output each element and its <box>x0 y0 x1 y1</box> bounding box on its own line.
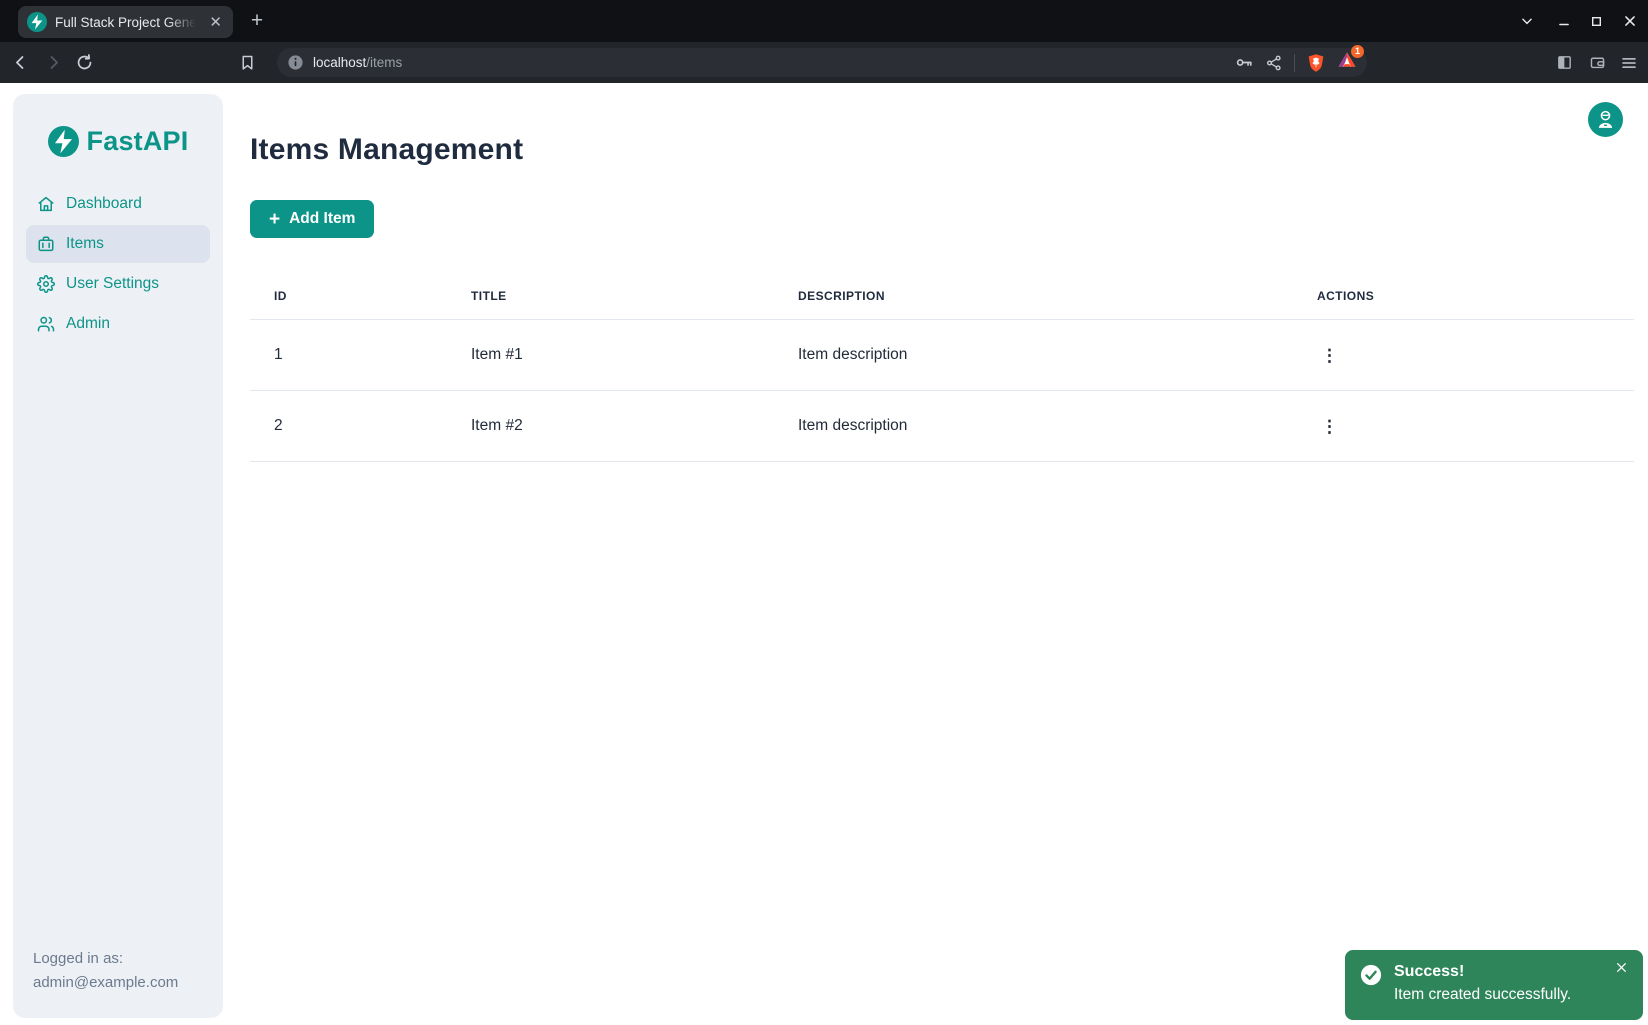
table-row: 1 Item #1 Item description ⋮ <box>250 320 1634 391</box>
close-window-button[interactable] <box>1613 0 1646 42</box>
side-panel-icon[interactable] <box>1556 42 1573 83</box>
cell-title: Item #2 <box>447 391 774 462</box>
toast-message: Item created successfully. <box>1394 986 1571 1004</box>
url-bar[interactable]: localhost/items <box>277 48 1367 77</box>
brand: FastAPI <box>13 126 223 157</box>
browser-menu-chevron-icon[interactable] <box>1510 0 1543 42</box>
toolbar-divider <box>1294 54 1295 72</box>
window-controls <box>1510 0 1648 42</box>
brave-rewards-button[interactable]: 1 <box>1337 50 1357 75</box>
url-path: /items <box>366 55 402 70</box>
fastapi-logo-icon <box>48 126 79 157</box>
back-button[interactable] <box>11 42 30 83</box>
user-avatar-icon <box>1595 109 1616 130</box>
sidebar-item-admin[interactable]: Admin <box>26 305 210 343</box>
url-host: localhost <box>313 55 366 70</box>
column-header-actions: ACTIONS <box>1293 272 1634 320</box>
cell-description: Item description <box>774 391 1293 462</box>
maximize-button[interactable] <box>1580 0 1613 42</box>
user-menu-button[interactable] <box>1588 102 1623 137</box>
table-row: 2 Item #2 Item description ⋮ <box>250 391 1634 462</box>
success-toast: Success! Item created successfully. <box>1345 950 1643 1020</box>
logged-in-label: Logged in as: <box>33 947 203 971</box>
sidebar: FastAPI Dashboard Items <box>13 94 223 1018</box>
users-icon <box>37 315 55 333</box>
brave-shield-icon[interactable] <box>1306 53 1326 73</box>
sidebar-item-label: Dashboard <box>66 195 142 213</box>
home-icon <box>37 195 55 213</box>
items-table: ID TITLE DESCRIPTION ACTIONS 1 Item #1 I… <box>250 272 1634 462</box>
browser-window: Full Stack Project Genera ✕ + <box>0 0 1648 1025</box>
gear-icon <box>37 275 55 293</box>
browser-tab[interactable]: Full Stack Project Genera ✕ <box>18 6 233 38</box>
check-circle-icon <box>1360 964 1382 986</box>
bookmark-icon[interactable] <box>239 42 256 83</box>
cell-id: 1 <box>250 320 447 391</box>
tab-close-icon[interactable]: ✕ <box>207 15 224 30</box>
column-header-id: ID <box>250 272 447 320</box>
reload-button[interactable] <box>75 42 94 83</box>
tab-strip: Full Stack Project Genera ✕ + <box>0 0 1648 42</box>
share-icon[interactable] <box>1265 54 1283 72</box>
briefcase-icon <box>37 235 55 253</box>
row-actions-menu-icon[interactable]: ⋮ <box>1317 416 1342 437</box>
add-item-label: Add Item <box>289 210 355 228</box>
toast-title: Success! <box>1394 963 1571 981</box>
row-actions-menu-icon[interactable]: ⋮ <box>1317 345 1342 366</box>
rewards-badge: 1 <box>1351 45 1364 58</box>
cell-description: Item description <box>774 320 1293 391</box>
password-key-icon[interactable] <box>1235 53 1254 72</box>
site-info-icon[interactable] <box>287 54 304 71</box>
add-item-button[interactable]: + Add Item <box>250 200 374 238</box>
new-tab-button[interactable]: + <box>243 8 271 34</box>
fastapi-favicon-icon <box>27 12 47 32</box>
wallet-icon[interactable] <box>1589 42 1606 83</box>
browser-toolbar: localhost/items <box>0 42 1648 83</box>
close-icon <box>1615 961 1628 974</box>
sidebar-item-dashboard[interactable]: Dashboard <box>26 185 210 223</box>
table-header-row: ID TITLE DESCRIPTION ACTIONS <box>250 272 1634 320</box>
toast-close-button[interactable] <box>1613 959 1630 976</box>
column-header-title: TITLE <box>447 272 774 320</box>
logged-in-email: admin@example.com <box>33 971 203 995</box>
sidebar-item-user-settings[interactable]: User Settings <box>26 265 210 303</box>
sidebar-nav: Dashboard Items User Settings <box>13 185 223 343</box>
page-title: Items Management <box>250 133 1634 167</box>
sidebar-item-label: User Settings <box>66 275 159 293</box>
toast-text: Success! Item created successfully. <box>1394 963 1571 1020</box>
sidebar-item-label: Admin <box>66 315 110 333</box>
hamburger-menu-icon[interactable] <box>1620 42 1638 83</box>
brand-name: FastAPI <box>87 126 189 157</box>
cell-title: Item #1 <box>447 320 774 391</box>
main-panel: Items Management + Add Item ID TITLE DES… <box>223 83 1648 1025</box>
plus-icon: + <box>269 210 280 229</box>
minimize-button[interactable] <box>1547 0 1580 42</box>
forward-button[interactable] <box>44 42 63 83</box>
column-header-description: DESCRIPTION <box>774 272 1293 320</box>
logged-in-info: Logged in as: admin@example.com <box>13 947 223 1018</box>
app-content: FastAPI Dashboard Items <box>0 83 1648 1025</box>
sidebar-item-items[interactable]: Items <box>26 225 210 263</box>
sidebar-item-label: Items <box>66 235 104 253</box>
cell-id: 2 <box>250 391 447 462</box>
tab-title: Full Stack Project Genera <box>55 15 199 30</box>
